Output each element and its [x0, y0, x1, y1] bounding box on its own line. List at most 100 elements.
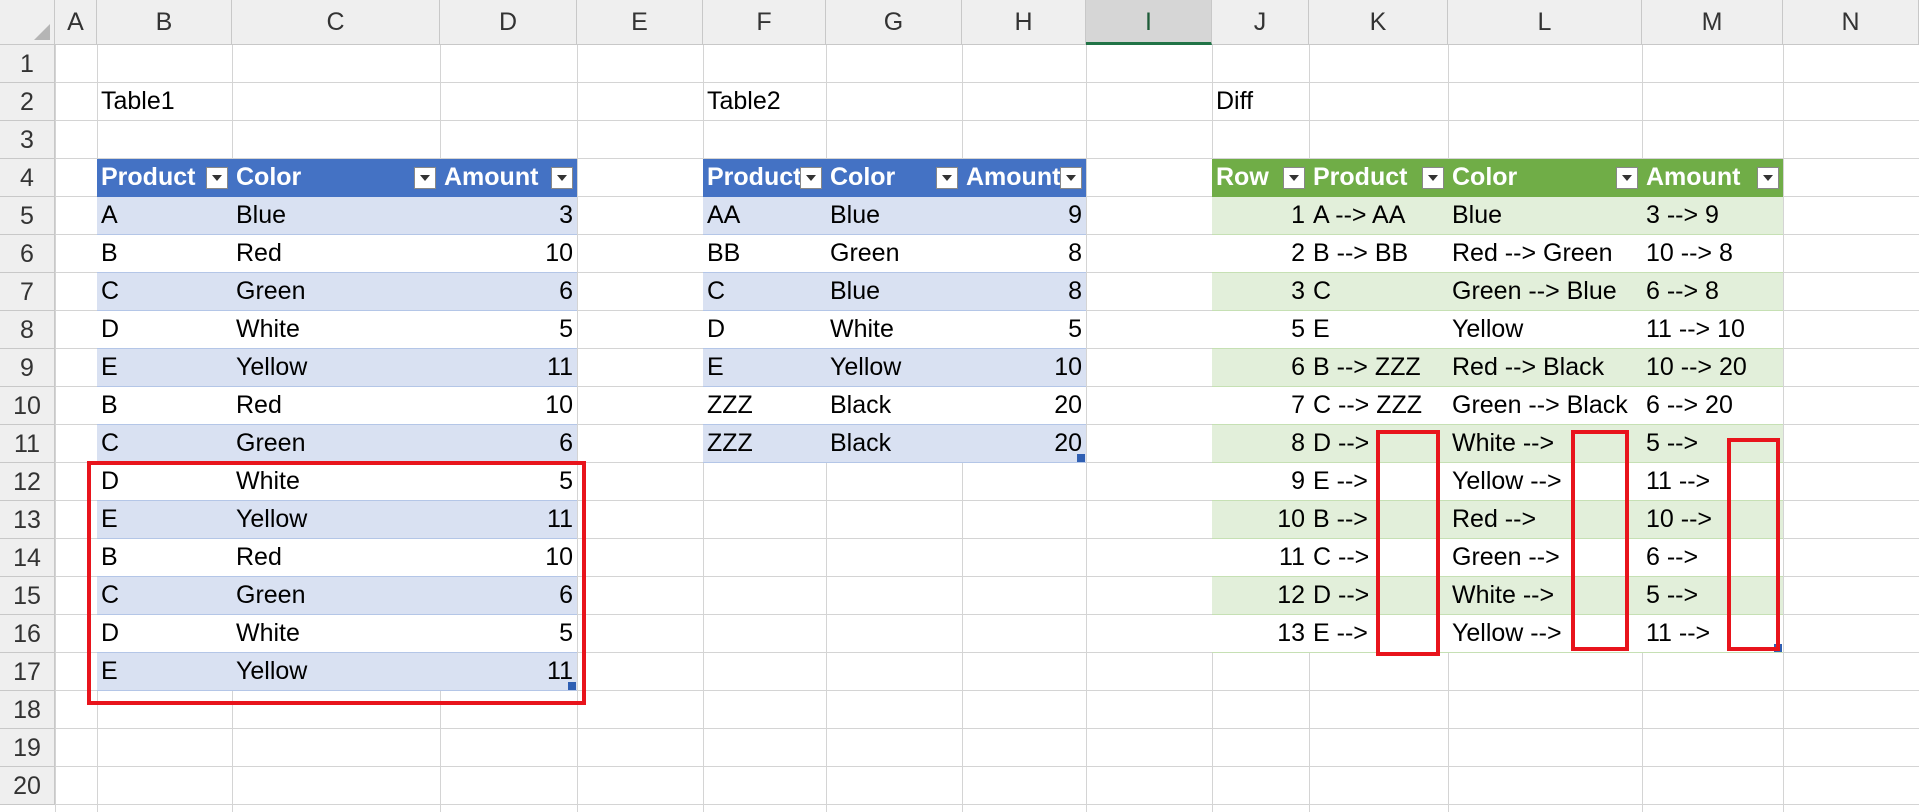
row-header-4[interactable]: 4	[0, 159, 55, 197]
diff-cell[interactable]: Blue	[1448, 197, 1642, 235]
column-header-m[interactable]: M	[1642, 0, 1783, 45]
row-header-9[interactable]: 9	[0, 349, 55, 387]
row-header-10[interactable]: 10	[0, 387, 55, 425]
row-header-13[interactable]: 13	[0, 501, 55, 539]
table1-cell[interactable]: A	[97, 197, 232, 235]
diff-cell[interactable]: B --> BB	[1309, 235, 1448, 273]
row-header-16[interactable]: 16	[0, 615, 55, 653]
table1-cell[interactable]: 10	[440, 235, 577, 273]
table1-cell[interactable]: 11	[440, 349, 577, 387]
select-all-button[interactable]	[0, 0, 55, 45]
diff-cell[interactable]: 6 --> 8	[1642, 273, 1783, 311]
table2-cell[interactable]: Blue	[826, 273, 962, 311]
diff-cell[interactable]: C	[1309, 273, 1448, 311]
diff-cell[interactable]: 3 --> 9	[1642, 197, 1783, 235]
diff-header-color[interactable]: Color	[1448, 159, 1642, 197]
table1-cell[interactable]: 3	[440, 197, 577, 235]
filter-dropdown-icon[interactable]	[936, 167, 958, 189]
diff-cell[interactable]: C --> ZZZ	[1309, 387, 1448, 425]
row-header-19[interactable]: 19	[0, 729, 55, 767]
table1-cell[interactable]: Red	[232, 387, 440, 425]
table2-cell[interactable]: 10	[962, 349, 1086, 387]
table1-cell[interactable]: Green	[232, 273, 440, 311]
table2-cell[interactable]: Green	[826, 235, 962, 273]
table2-cell[interactable]: 8	[962, 235, 1086, 273]
filter-dropdown-icon[interactable]	[1616, 167, 1638, 189]
diff-cell[interactable]: 11	[1212, 539, 1309, 577]
column-header-l[interactable]: L	[1448, 0, 1642, 45]
diff-cell[interactable]: 9	[1212, 463, 1309, 501]
filter-dropdown-icon[interactable]	[206, 167, 228, 189]
diff-cell[interactable]: 3	[1212, 273, 1309, 311]
filter-dropdown-icon[interactable]	[1757, 167, 1779, 189]
diff-cell[interactable]: A --> AA	[1309, 197, 1448, 235]
column-header-b[interactable]: B	[97, 0, 232, 45]
row-header-3[interactable]: 3	[0, 121, 55, 159]
diff-cell[interactable]: Green --> Black	[1448, 387, 1642, 425]
table1-cell[interactable]: Green	[232, 425, 440, 463]
table1-header-color[interactable]: Color	[232, 159, 440, 197]
column-header-i[interactable]: I	[1086, 0, 1212, 45]
diff-cell[interactable]: Green --> Blue	[1448, 273, 1642, 311]
diff-cell[interactable]: Yellow	[1448, 311, 1642, 349]
diff-cell[interactable]: 7	[1212, 387, 1309, 425]
filter-dropdown-icon[interactable]	[800, 167, 822, 189]
table2-cell[interactable]: Black	[826, 425, 962, 463]
row-header-20[interactable]: 20	[0, 767, 55, 805]
diff-cell[interactable]: E	[1309, 311, 1448, 349]
table2-cell[interactable]: ZZZ	[703, 387, 826, 425]
table2-cell[interactable]: 5	[962, 311, 1086, 349]
spreadsheet-grid[interactable]: A B C D E F G H I J K L M N 1 2 3 4 5 6 7 8 9 10 11 12 13 14 15 16 17 1…	[0, 0, 1919, 812]
row-header-7[interactable]: 7	[0, 273, 55, 311]
table2-cell[interactable]: 20	[962, 425, 1086, 463]
diff-cell[interactable]: 10 --> 8	[1642, 235, 1783, 273]
table1-cell[interactable]: E	[97, 349, 232, 387]
row-header-8[interactable]: 8	[0, 311, 55, 349]
filter-dropdown-icon[interactable]	[1283, 167, 1305, 189]
row-header-14[interactable]: 14	[0, 539, 55, 577]
table1-cell[interactable]: D	[97, 311, 232, 349]
table2-cell[interactable]: White	[826, 311, 962, 349]
diff-cell[interactable]: B --> ZZZ	[1309, 349, 1448, 387]
table2-cell[interactable]: C	[703, 273, 826, 311]
diff-cell[interactable]: 10	[1212, 501, 1309, 539]
table1-cell[interactable]: Yellow	[232, 349, 440, 387]
table2-cell[interactable]: 9	[962, 197, 1086, 235]
row-header-18[interactable]: 18	[0, 691, 55, 729]
table1-cell[interactable]: C	[97, 273, 232, 311]
table1-cell[interactable]: White	[232, 311, 440, 349]
diff-cell[interactable]: 1	[1212, 197, 1309, 235]
column-header-e[interactable]: E	[577, 0, 703, 45]
table1-cell[interactable]: C	[97, 425, 232, 463]
column-header-j[interactable]: J	[1212, 0, 1309, 45]
filter-dropdown-icon[interactable]	[414, 167, 436, 189]
filter-dropdown-icon[interactable]	[1422, 167, 1444, 189]
table2-cell[interactable]: Blue	[826, 197, 962, 235]
row-header-15[interactable]: 15	[0, 577, 55, 615]
table1-cell[interactable]: 6	[440, 273, 577, 311]
column-header-n[interactable]: N	[1783, 0, 1919, 45]
filter-dropdown-icon[interactable]	[1060, 167, 1082, 189]
column-header-f[interactable]: F	[703, 0, 826, 45]
diff-cell[interactable]: Red --> Black	[1448, 349, 1642, 387]
column-header-d[interactable]: D	[440, 0, 577, 45]
diff-cell[interactable]: 10 --> 20	[1642, 349, 1783, 387]
row-header-6[interactable]: 6	[0, 235, 55, 273]
table2-cell[interactable]: ZZZ	[703, 425, 826, 463]
diff-cell[interactable]: 8	[1212, 425, 1309, 463]
table2-cell[interactable]: AA	[703, 197, 826, 235]
diff-cell[interactable]: 5	[1212, 311, 1309, 349]
filter-dropdown-icon[interactable]	[551, 167, 573, 189]
table1-cell[interactable]: B	[97, 235, 232, 273]
diff-cell[interactable]: 13	[1212, 615, 1309, 653]
table1-cell[interactable]: Red	[232, 235, 440, 273]
table1-cell[interactable]: Blue	[232, 197, 440, 235]
column-header-k[interactable]: K	[1309, 0, 1448, 45]
row-header-5[interactable]: 5	[0, 197, 55, 235]
column-header-h[interactable]: H	[962, 0, 1086, 45]
row-header-1[interactable]: 1	[0, 45, 55, 83]
table2-cell[interactable]: E	[703, 349, 826, 387]
diff-cell[interactable]: 6 --> 20	[1642, 387, 1783, 425]
table2-cell[interactable]: 8	[962, 273, 1086, 311]
table2-cell[interactable]: Black	[826, 387, 962, 425]
